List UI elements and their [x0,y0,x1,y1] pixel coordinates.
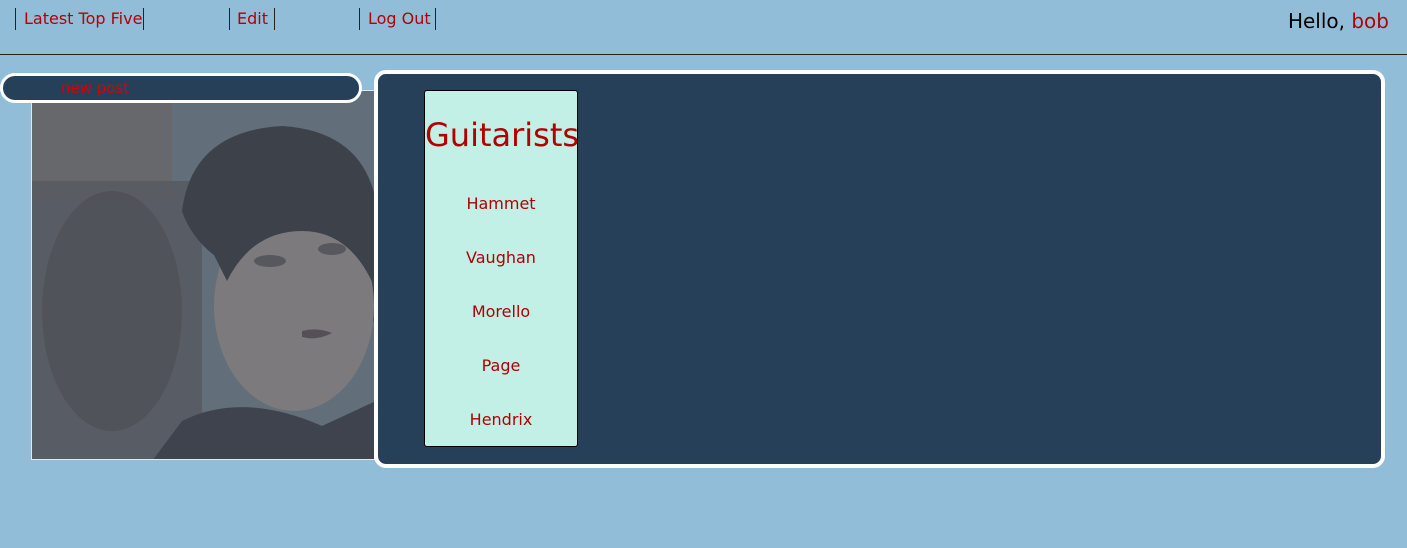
list-item[interactable]: Vaughan [425,248,577,268]
main-content-panel: Guitarists Hammet Vaughan Morello Page H… [374,70,1385,468]
nav-separator [15,8,16,30]
nav-separator [359,8,360,30]
nav-separator [274,8,275,30]
list-item[interactable]: Hendrix [425,410,577,430]
new-post-link[interactable]: new post [61,79,129,97]
top-nav-bar: Latest Top Five Edit Log Out Hello, bob [0,0,1407,55]
list-item[interactable]: Morello [425,302,577,322]
new-post-bar: new post [0,73,362,103]
list-title: Guitarists [425,116,580,154]
nav-separator [143,8,144,30]
nav-separator [435,8,436,30]
user-greeting: Hello, bob [1288,9,1389,33]
profile-photo-image [32,91,374,459]
nav-link-latest-top-five[interactable]: Latest Top Five [24,9,142,29]
profile-photo [31,90,375,460]
top-five-list-card: Guitarists Hammet Vaughan Morello Page H… [424,90,580,447]
nav-link-log-out[interactable]: Log Out [368,9,431,29]
nav-link-edit[interactable]: Edit [237,9,268,29]
greeting-prefix: Hello, [1287,9,1345,33]
greeting-username[interactable]: bob [1351,9,1389,33]
list-item[interactable]: Hammet [425,194,577,214]
list-item[interactable]: Page [425,356,577,376]
nav-separator [229,8,230,30]
